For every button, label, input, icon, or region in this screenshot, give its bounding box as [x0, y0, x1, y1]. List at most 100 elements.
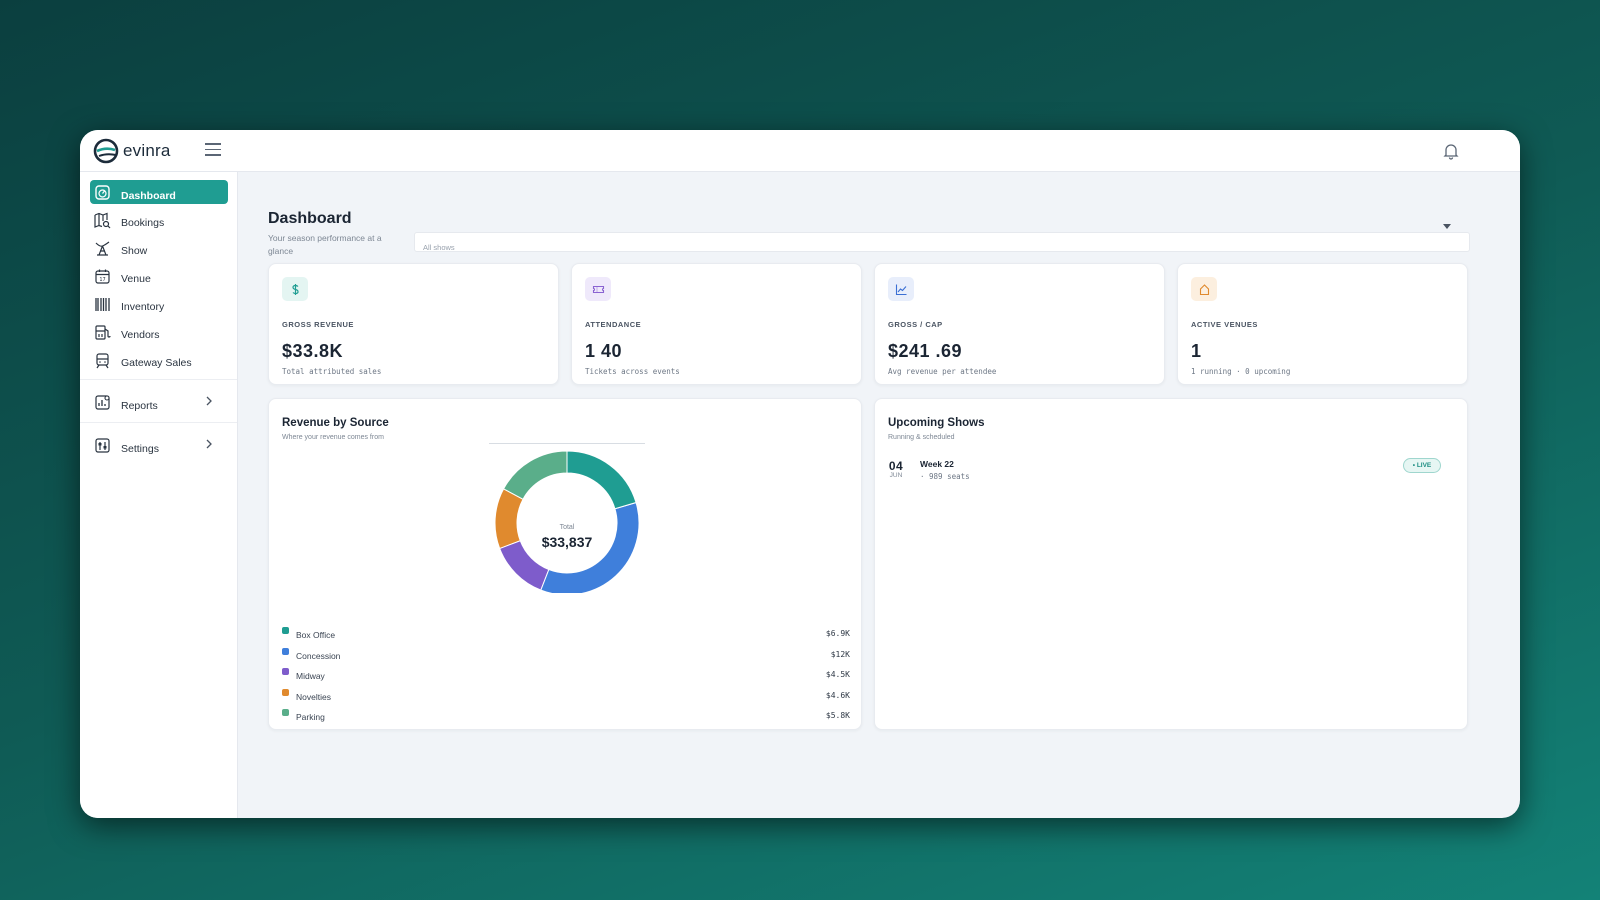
donut-total-value: $33,837 [542, 534, 593, 550]
kpi-card-attendance: ATTENDANCE 1 40 Tickets across events [571, 263, 862, 385]
svg-text:17: 17 [99, 277, 105, 283]
legend-value: $5.8K [825, 711, 850, 720]
bell-icon[interactable] [1442, 142, 1460, 160]
ferris-wheel-icon [95, 241, 110, 256]
sidebar-group-settings[interactable]: Settings [90, 433, 228, 457]
kpi-value: 1 40 [585, 341, 623, 361]
legend-swatch [282, 688, 289, 696]
show-day: 04 [888, 459, 904, 473]
sidebar-item-vendors[interactable]: Vendors [90, 320, 228, 344]
page-title: Dashboard [268, 210, 352, 227]
kpi-label: GROSS REVENUE [282, 320, 354, 329]
kpi-label: ATTENDANCE [585, 320, 642, 329]
legend-item[interactable]: Midway $4.5K [282, 668, 850, 684]
ticket-icon [592, 285, 604, 293]
caret-down-icon[interactable] [1443, 224, 1451, 229]
app-logo[interactable]: evinra [93, 138, 171, 164]
vendor-pump-icon [95, 324, 111, 340]
revenue-by-source-panel: Revenue by Source Where your revenue com… [268, 398, 862, 730]
calendar-icon: 17 [95, 269, 110, 284]
legend-label: Concession [296, 650, 341, 661]
sidebar-item-label: Venue [121, 273, 151, 285]
sidebar-item-label: Gateway Sales [121, 357, 192, 369]
barcode-icon [95, 297, 110, 311]
legend-label: Novelties [296, 691, 331, 702]
kpi-value: $33.8K [282, 341, 344, 361]
panel-title: Upcoming Shows [888, 417, 985, 429]
sidebar-item-label: Show [121, 245, 148, 257]
map-search-icon [94, 212, 111, 228]
kpi-card-gross-revenue: GROSS REVENUE $33.8K Total attributed sa… [268, 263, 559, 385]
panel-subtitle: Running & scheduled [888, 434, 955, 441]
donut-slice-novelties[interactable] [494, 488, 524, 550]
legend-item[interactable]: Novelties $4.6K [282, 688, 850, 705]
house-icon [1199, 283, 1209, 295]
tram-icon [96, 352, 109, 368]
legend-item[interactable]: Box Office $6.9K [282, 627, 850, 643]
legend-label: Midway [296, 671, 325, 681]
sidebar-divider [80, 379, 237, 380]
legend-value: $12K [830, 649, 850, 659]
app-name: evinra [123, 141, 171, 160]
sidebar-item-label: Vendors [121, 329, 160, 341]
legend-item[interactable]: Parking $5.8K [282, 709, 850, 725]
legend-swatch [282, 709, 289, 716]
chevron-right-icon [206, 396, 212, 406]
main-content: Dashboard Your season performance at a g… [238, 172, 1520, 818]
show-name: Week 22 [920, 459, 954, 469]
live-status-badge: • LIVE [1403, 458, 1441, 473]
sidebar-item-label: Bookings [121, 217, 165, 229]
kpi-card-active-venues: ACTIVE VENUES 1 1 running · 0 upcoming [1177, 263, 1468, 385]
menu-toggle-button[interactable] [205, 143, 221, 157]
sidebar-item-dashboard[interactable]: Dashboard [90, 180, 228, 204]
sidebar-item-inventory[interactable]: Inventory [90, 292, 228, 316]
kpi-subtext: 1 running · 0 upcoming [1191, 367, 1291, 376]
legend-label: Parking [296, 712, 325, 722]
legend-swatch [282, 627, 289, 634]
app-window: evinra Dashboard Bookings Show 17 Venue [80, 130, 1520, 818]
kpi-value: $241 .69 [888, 341, 963, 361]
sidebar: Dashboard Bookings Show 17 Venue Invento… [80, 172, 238, 818]
sidebar-item-label: Reports [121, 400, 158, 412]
sidebar-item-bookings[interactable]: Bookings [90, 208, 228, 232]
legend-value: $6.9K [825, 629, 850, 638]
legend-swatch [282, 647, 289, 655]
kpi-icon-wrap [282, 277, 308, 301]
kpi-subtext: Total attributed sales [282, 367, 382, 376]
dollar-icon [291, 283, 299, 295]
trend-chart-icon [895, 284, 906, 295]
revenue-donut-chart: Total $33,837 [494, 450, 640, 593]
show-meta: · 989 seats [920, 472, 970, 481]
legend-label: Box Office [296, 630, 336, 640]
evinra-logo-icon [93, 138, 119, 164]
chevron-right-icon [206, 439, 212, 449]
top-bar: evinra [80, 130, 1520, 172]
dashboard-icon [95, 184, 110, 200]
kpi-icon-wrap [888, 277, 914, 301]
kpi-label: ACTIVE VENUES [1191, 320, 1258, 329]
donut-slice-parking[interactable] [502, 450, 568, 501]
legend-value: $4.6K [825, 690, 850, 700]
show-date: 04 JUN [885, 459, 907, 479]
panel-subtitle: Where your revenue comes from [282, 434, 384, 441]
panel-title: Revenue by Source [282, 417, 389, 429]
kpi-value: 1 [1191, 341, 1202, 361]
sidebar-item-show[interactable]: Show [90, 236, 228, 260]
sidebar-group-reports[interactable]: Reports [90, 390, 228, 414]
kpi-card-gross-cap: GROSS / CAP $241 .69 Avg revenue per att… [874, 263, 1165, 385]
donut-total-label: Total [560, 524, 575, 531]
donut-slice-box-office[interactable] [566, 450, 637, 510]
show-month: JUN [889, 472, 903, 479]
show-filter-select[interactable]: All shows [414, 232, 1470, 252]
sidebar-item-gateway-sales[interactable]: Gateway Sales [90, 348, 228, 372]
page-subtitle: Your season performance at a glance [268, 233, 382, 256]
legend-value: $4.5K [825, 670, 850, 679]
kpi-subtext: Avg revenue per attendee [888, 367, 997, 376]
kpi-icon-wrap [585, 277, 611, 301]
sidebar-item-label: Settings [121, 443, 159, 455]
sidebar-divider [80, 422, 237, 423]
kpi-subtext: Tickets across events [585, 367, 680, 376]
legend-item[interactable]: Concession $12K [282, 647, 850, 664]
kpi-label: GROSS / CAP [888, 320, 943, 329]
sidebar-item-venue[interactable]: 17 Venue [90, 264, 228, 288]
